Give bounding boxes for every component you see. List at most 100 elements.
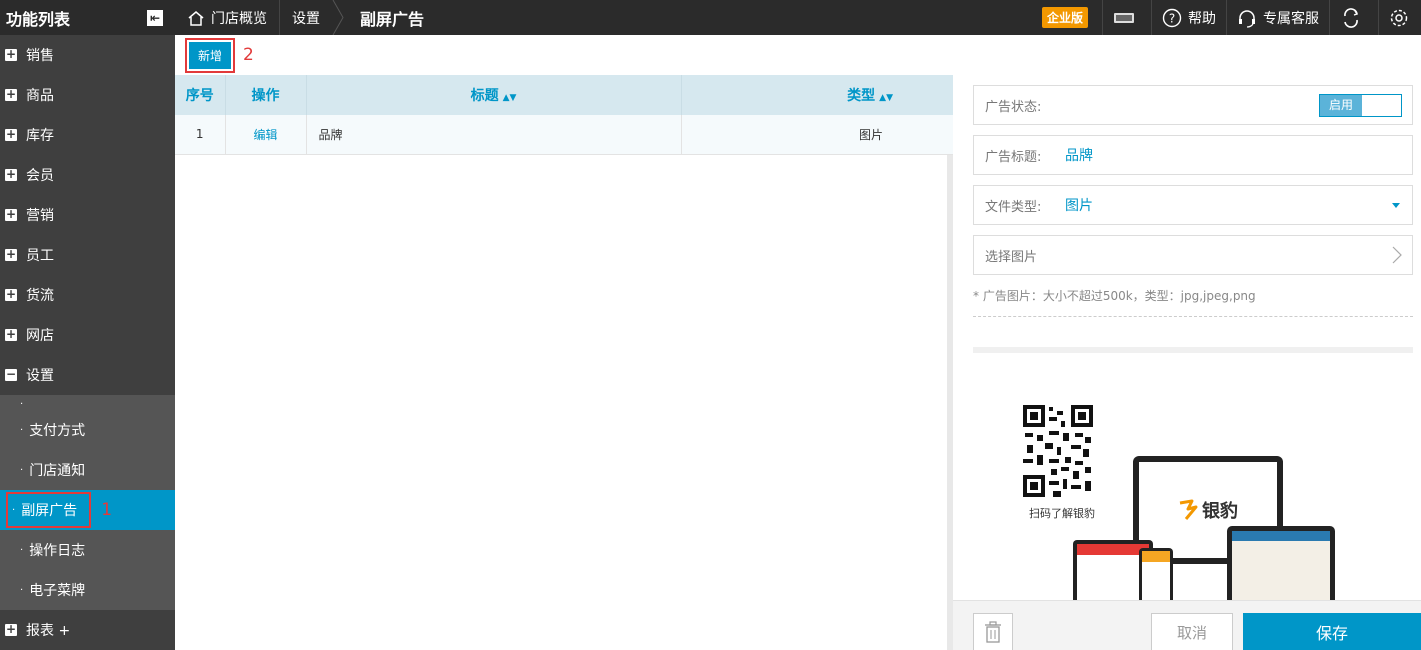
- sidebar-title: 功能列表: [6, 9, 71, 29]
- sidebar-subitem-payment[interactable]: · 支付方式: [0, 410, 175, 450]
- sidebar: 功能列表 ⇤ + 销售 + 商品 + 库存 + 会员 + 营销 + 员工 + 货流 + 网店 −…: [0, 0, 175, 650]
- sidebar-item-label: 会员: [26, 168, 54, 184]
- choose-image-label: 选择图片: [985, 249, 1038, 265]
- filetype-label: 文件类型:: [985, 199, 1042, 215]
- ad-table-area: 序号 操作 标题 ▲▼ 类型 ▲▼ 1 编辑 品牌 图片: [175, 75, 953, 650]
- sidebar-item-settings[interactable]: − 设置: [0, 355, 175, 395]
- add-button[interactable]: 新增: [189, 41, 232, 69]
- plus-icon: +: [5, 327, 17, 341]
- sidebar-subitem-log[interactable]: · 操作日志: [0, 530, 175, 570]
- plus-icon: +: [5, 622, 17, 636]
- filetype-select[interactable]: 文件类型: 图片: [973, 185, 1413, 225]
- sidebar-item-marketing[interactable]: + 营销: [0, 195, 175, 235]
- cell-title: 品牌: [306, 115, 682, 155]
- title-label: 广告标题:: [985, 149, 1042, 165]
- subitem-label: 支付方式: [29, 423, 86, 439]
- breadcrumb-home-label: 门店概览: [211, 10, 267, 27]
- plus-icon: +: [5, 207, 17, 221]
- toolbar: 新增 2: [175, 35, 1421, 75]
- sidebar-item-label: 销售: [26, 48, 54, 64]
- filetype-value: 图片: [1065, 198, 1093, 214]
- title-field[interactable]: 广告标题: 品牌: [973, 135, 1413, 175]
- top-right-actions: 企业版 ? 帮助 专属客服: [1041, 0, 1421, 35]
- ad-table: 序号 操作 标题 ▲▼ 类型 ▲▼ 1 编辑 品牌 图片: [175, 75, 953, 155]
- col-title[interactable]: 标题 ▲▼: [306, 75, 682, 115]
- ad-edit-panel: 广告状态: 启用 广告标题: 品牌 文件类型: 图片 选择图片 * 广告图片：大…: [953, 75, 1421, 650]
- delete-button[interactable]: [973, 613, 1013, 650]
- save-button[interactable]: 保存: [1243, 613, 1421, 650]
- edition-badge: 企业版: [1041, 7, 1088, 28]
- choose-image-field[interactable]: 选择图片: [973, 235, 1413, 275]
- phone-illustration: [1139, 548, 1173, 600]
- sidebar-item-label: 设置: [26, 368, 54, 384]
- refresh-icon: [1344, 7, 1359, 28]
- sidebar-item-inventory[interactable]: + 库存: [0, 115, 175, 155]
- home-icon: [188, 10, 204, 26]
- collapse-sidebar-icon[interactable]: ⇤: [147, 9, 163, 26]
- col-action: 操作: [225, 75, 307, 115]
- sidebar-item-members[interactable]: + 会员: [0, 155, 175, 195]
- sidebar-item-label: 报表 +: [26, 623, 71, 639]
- title-input[interactable]: 品牌: [1065, 145, 1093, 165]
- sidebar-subitem-second-screen-ad[interactable]: · 副屏广告 1: [0, 490, 175, 530]
- sidebar-item-reports[interactable]: + 报表 +: [0, 610, 175, 650]
- highlight-box: 新增: [185, 37, 236, 73]
- sidebar-item-sales[interactable]: + 销售: [0, 35, 175, 75]
- breadcrumb-settings-label: 设置: [292, 10, 320, 27]
- subitem-label: 门店通知: [29, 463, 86, 479]
- headset-icon: [1239, 9, 1255, 28]
- refresh-button[interactable]: [1329, 0, 1378, 35]
- qr-code-icon: [1023, 405, 1093, 497]
- sidebar-item-staff[interactable]: + 员工: [0, 235, 175, 275]
- subitem-label: 副屏广告: [21, 503, 78, 519]
- panel-footer: 取消 保存: [953, 600, 1421, 650]
- breadcrumb-home[interactable]: 门店概览: [175, 0, 280, 35]
- cell-type: 图片: [681, 115, 953, 155]
- sidebar-subitem-notice[interactable]: · 门店通知: [0, 450, 175, 490]
- ad-image-preview: 扫码了解银豹 银豹: [973, 353, 1413, 600]
- sidebar-item-label: 网店: [26, 328, 54, 344]
- status-label: 广告状态:: [985, 99, 1042, 115]
- bullet-icon: ·: [20, 584, 24, 596]
- support-button[interactable]: 专属客服: [1226, 0, 1329, 35]
- settings-submenu: · · 支付方式 · 门店通知 · 副屏广告 1 · 操作日志 · 电子菜牌: [0, 395, 175, 610]
- breadcrumb-settings[interactable]: 设置: [280, 0, 332, 35]
- plus-icon: +: [5, 47, 17, 61]
- subitem-label: 电子菜牌: [29, 583, 86, 599]
- sidebar-subitem-e-menu[interactable]: · 电子菜牌: [0, 570, 175, 610]
- top-bar: 门店概览 设置 副屏广告 企业版 ? 帮助 专属客服: [175, 0, 1421, 35]
- device-button[interactable]: [1102, 0, 1151, 35]
- col-type[interactable]: 类型 ▲▼: [681, 75, 953, 115]
- col-type-label: 类型: [847, 88, 876, 104]
- chevron-right-icon: [332, 0, 344, 35]
- edit-link[interactable]: 编辑: [225, 115, 307, 155]
- highlight-box: · 副屏广告: [6, 492, 92, 528]
- table-row[interactable]: 1 编辑 品牌 图片: [175, 115, 953, 155]
- toggle-on-label: 启用: [1320, 95, 1362, 116]
- sidebar-header: 功能列表 ⇤: [0, 0, 175, 35]
- cancel-button[interactable]: 取消: [1151, 613, 1233, 650]
- sidebar-item-logistics[interactable]: + 货流: [0, 275, 175, 315]
- settings-gear-button[interactable]: [1378, 0, 1421, 35]
- bullet-icon: ·: [20, 424, 24, 436]
- sort-icon: ▲▼: [502, 93, 517, 103]
- sidebar-item-webshop[interactable]: + 网店: [0, 315, 175, 355]
- status-toggle[interactable]: 启用: [1319, 94, 1402, 117]
- plus-icon: +: [5, 127, 17, 141]
- subitem-label: 操作日志: [29, 543, 86, 559]
- divider: [973, 316, 1413, 317]
- help-icon: ?: [1162, 8, 1182, 27]
- sidebar-item-products[interactable]: + 商品: [0, 75, 175, 115]
- plus-icon: +: [5, 287, 17, 301]
- help-button[interactable]: ? 帮助: [1151, 0, 1226, 35]
- qr-caption: 扫码了解银豹: [1029, 507, 1095, 520]
- sidebar-item-label: 库存: [26, 128, 54, 144]
- svg-text:?: ?: [1169, 11, 1175, 25]
- image-hint: * 广告图片：大小不超过500k，类型：jpg,jpeg,png: [973, 289, 1256, 303]
- support-label: 专属客服: [1263, 10, 1319, 27]
- tablet-illustration: [1227, 526, 1335, 600]
- page-title: 副屏广告: [360, 9, 425, 29]
- plus-icon: +: [5, 87, 17, 101]
- sidebar-item-label: 商品: [26, 88, 54, 104]
- plus-icon: +: [5, 167, 17, 181]
